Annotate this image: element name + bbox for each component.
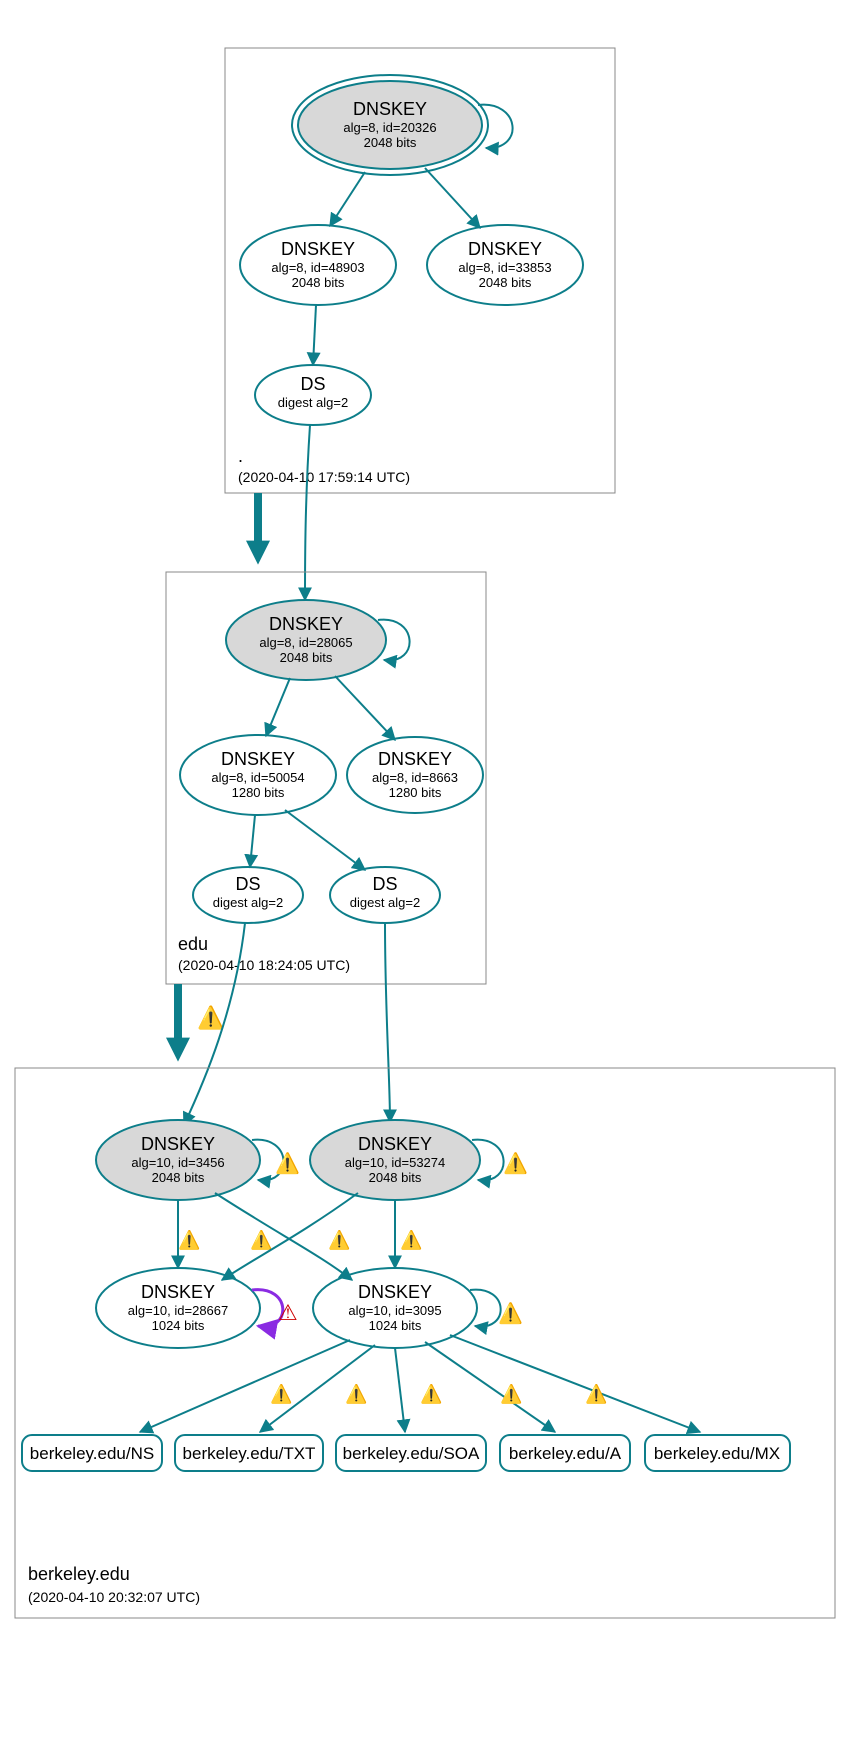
svg-text:DS: DS xyxy=(300,374,325,394)
warning-icon: ⚠️ xyxy=(400,1229,422,1250)
warning-icon: ⚠️ xyxy=(345,1383,367,1404)
svg-text:berkeley.edu/SOA: berkeley.edu/SOA xyxy=(343,1444,480,1463)
node-berk-ksk1: DNSKEY alg=10, id=3456 2048 bits xyxy=(96,1120,260,1200)
node-edu-zsk2: DNSKEY alg=8, id=8663 1280 bits xyxy=(347,737,483,813)
rrset-mx: berkeley.edu/MX xyxy=(645,1435,790,1471)
svg-text:berkeley.edu/A: berkeley.edu/A xyxy=(509,1444,622,1463)
svg-text:2048 bits: 2048 bits xyxy=(479,275,532,290)
warning-icon: ⚠️ xyxy=(270,1383,292,1404)
rrset-ns: berkeley.edu/NS xyxy=(22,1435,162,1471)
svg-text:digest alg=2: digest alg=2 xyxy=(278,395,348,410)
warning-icon: ⚠️ xyxy=(250,1229,272,1250)
svg-text:DS: DS xyxy=(235,874,260,894)
node-edu-ds2: DS digest alg=2 xyxy=(330,867,440,923)
svg-text:alg=8, id=33853: alg=8, id=33853 xyxy=(458,260,551,275)
warning-icon: ⚠️ xyxy=(275,1151,300,1175)
zone-edu-name: edu xyxy=(178,934,208,954)
rrset-txt: berkeley.edu/TXT xyxy=(175,1435,323,1471)
svg-text:DNSKEY: DNSKEY xyxy=(358,1282,432,1302)
node-root-ds: DS digest alg=2 xyxy=(255,365,371,425)
node-berk-zsk1: DNSKEY alg=10, id=28667 1024 bits xyxy=(96,1268,260,1348)
svg-text:berkeley.edu/TXT: berkeley.edu/TXT xyxy=(183,1444,316,1463)
warning-icon: ⚠️ xyxy=(503,1151,528,1175)
zone-edu: edu (2020-04-10 18:24:05 UTC) DNSKEY alg… xyxy=(166,572,486,984)
warning-icon-red: ⚠ xyxy=(278,1300,298,1325)
svg-text:2048 bits: 2048 bits xyxy=(152,1170,205,1185)
warning-icon: ⚠️ xyxy=(328,1229,350,1250)
svg-text:2048 bits: 2048 bits xyxy=(369,1170,422,1185)
svg-text:alg=8, id=20326: alg=8, id=20326 xyxy=(343,120,436,135)
warning-icon: ⚠️ xyxy=(197,1005,224,1030)
svg-text:berkeley.edu/MX: berkeley.edu/MX xyxy=(654,1444,780,1463)
node-edu-zsk1: DNSKEY alg=8, id=50054 1280 bits xyxy=(180,735,336,815)
svg-text:DNSKEY: DNSKEY xyxy=(358,1134,432,1154)
svg-text:2048 bits: 2048 bits xyxy=(292,275,345,290)
warning-icon: ⚠️ xyxy=(420,1383,442,1404)
svg-text:alg=8, id=50054: alg=8, id=50054 xyxy=(211,770,304,785)
svg-text:alg=10, id=3095: alg=10, id=3095 xyxy=(348,1303,441,1318)
dnssec-diagram: . (2020-04-10 17:59:14 UTC) DNSKEY alg=8… xyxy=(0,0,864,1752)
node-root-zsk1: DNSKEY alg=8, id=48903 2048 bits xyxy=(240,225,396,305)
svg-text:DNSKEY: DNSKEY xyxy=(378,749,452,769)
rrset-a: berkeley.edu/A xyxy=(500,1435,630,1471)
node-edu-ksk: DNSKEY alg=8, id=28065 2048 bits xyxy=(226,600,386,680)
svg-text:DNSKEY: DNSKEY xyxy=(353,99,427,119)
svg-text:digest alg=2: digest alg=2 xyxy=(350,895,420,910)
svg-text:1280 bits: 1280 bits xyxy=(232,785,285,800)
svg-text:DNSKEY: DNSKEY xyxy=(269,614,343,634)
svg-text:alg=8, id=48903: alg=8, id=48903 xyxy=(271,260,364,275)
node-edu-ds1: DS digest alg=2 xyxy=(193,867,303,923)
warning-icon: ⚠️ xyxy=(178,1229,200,1250)
svg-text:alg=8, id=8663: alg=8, id=8663 xyxy=(372,770,458,785)
zone-berkeley: berkeley.edu (2020-04-10 20:32:07 UTC) D… xyxy=(15,1068,835,1618)
svg-text:2048 bits: 2048 bits xyxy=(364,135,417,150)
svg-text:1024 bits: 1024 bits xyxy=(152,1318,205,1333)
svg-text:digest alg=2: digest alg=2 xyxy=(213,895,283,910)
svg-text:berkeley.edu/NS: berkeley.edu/NS xyxy=(30,1444,154,1463)
zone-root: . (2020-04-10 17:59:14 UTC) DNSKEY alg=8… xyxy=(225,48,615,493)
zone-berk-name: berkeley.edu xyxy=(28,1564,130,1584)
node-root-ksk: DNSKEY alg=8, id=20326 2048 bits xyxy=(292,75,488,175)
svg-text:1024 bits: 1024 bits xyxy=(369,1318,422,1333)
node-root-zsk2: DNSKEY alg=8, id=33853 2048 bits xyxy=(427,225,583,305)
zone-root-name: . xyxy=(238,446,243,466)
zone-root-time: (2020-04-10 17:59:14 UTC) xyxy=(238,469,410,485)
svg-text:(2020-04-10 18:24:05 UTC): (2020-04-10 18:24:05 UTC) xyxy=(178,957,350,973)
node-berk-ksk2: DNSKEY alg=10, id=53274 2048 bits xyxy=(310,1120,480,1200)
svg-text:DNSKEY: DNSKEY xyxy=(468,239,542,259)
warning-icon: ⚠️ xyxy=(498,1301,523,1325)
svg-text:alg=10, id=53274: alg=10, id=53274 xyxy=(345,1155,445,1170)
rrset-soa: berkeley.edu/SOA xyxy=(336,1435,486,1471)
svg-text:DNSKEY: DNSKEY xyxy=(141,1282,215,1302)
svg-text:2048 bits: 2048 bits xyxy=(280,650,333,665)
warning-icon: ⚠️ xyxy=(500,1383,522,1404)
svg-text:alg=8, id=28065: alg=8, id=28065 xyxy=(259,635,352,650)
svg-text:1280 bits: 1280 bits xyxy=(389,785,442,800)
svg-text:(2020-04-10 20:32:07 UTC): (2020-04-10 20:32:07 UTC) xyxy=(28,1589,200,1605)
warning-icon: ⚠️ xyxy=(585,1383,607,1404)
svg-text:DNSKEY: DNSKEY xyxy=(221,749,295,769)
svg-text:DNSKEY: DNSKEY xyxy=(281,239,355,259)
svg-text:DS: DS xyxy=(372,874,397,894)
svg-text:alg=10, id=3456: alg=10, id=3456 xyxy=(131,1155,224,1170)
svg-text:DNSKEY: DNSKEY xyxy=(141,1134,215,1154)
svg-text:alg=10, id=28667: alg=10, id=28667 xyxy=(128,1303,228,1318)
